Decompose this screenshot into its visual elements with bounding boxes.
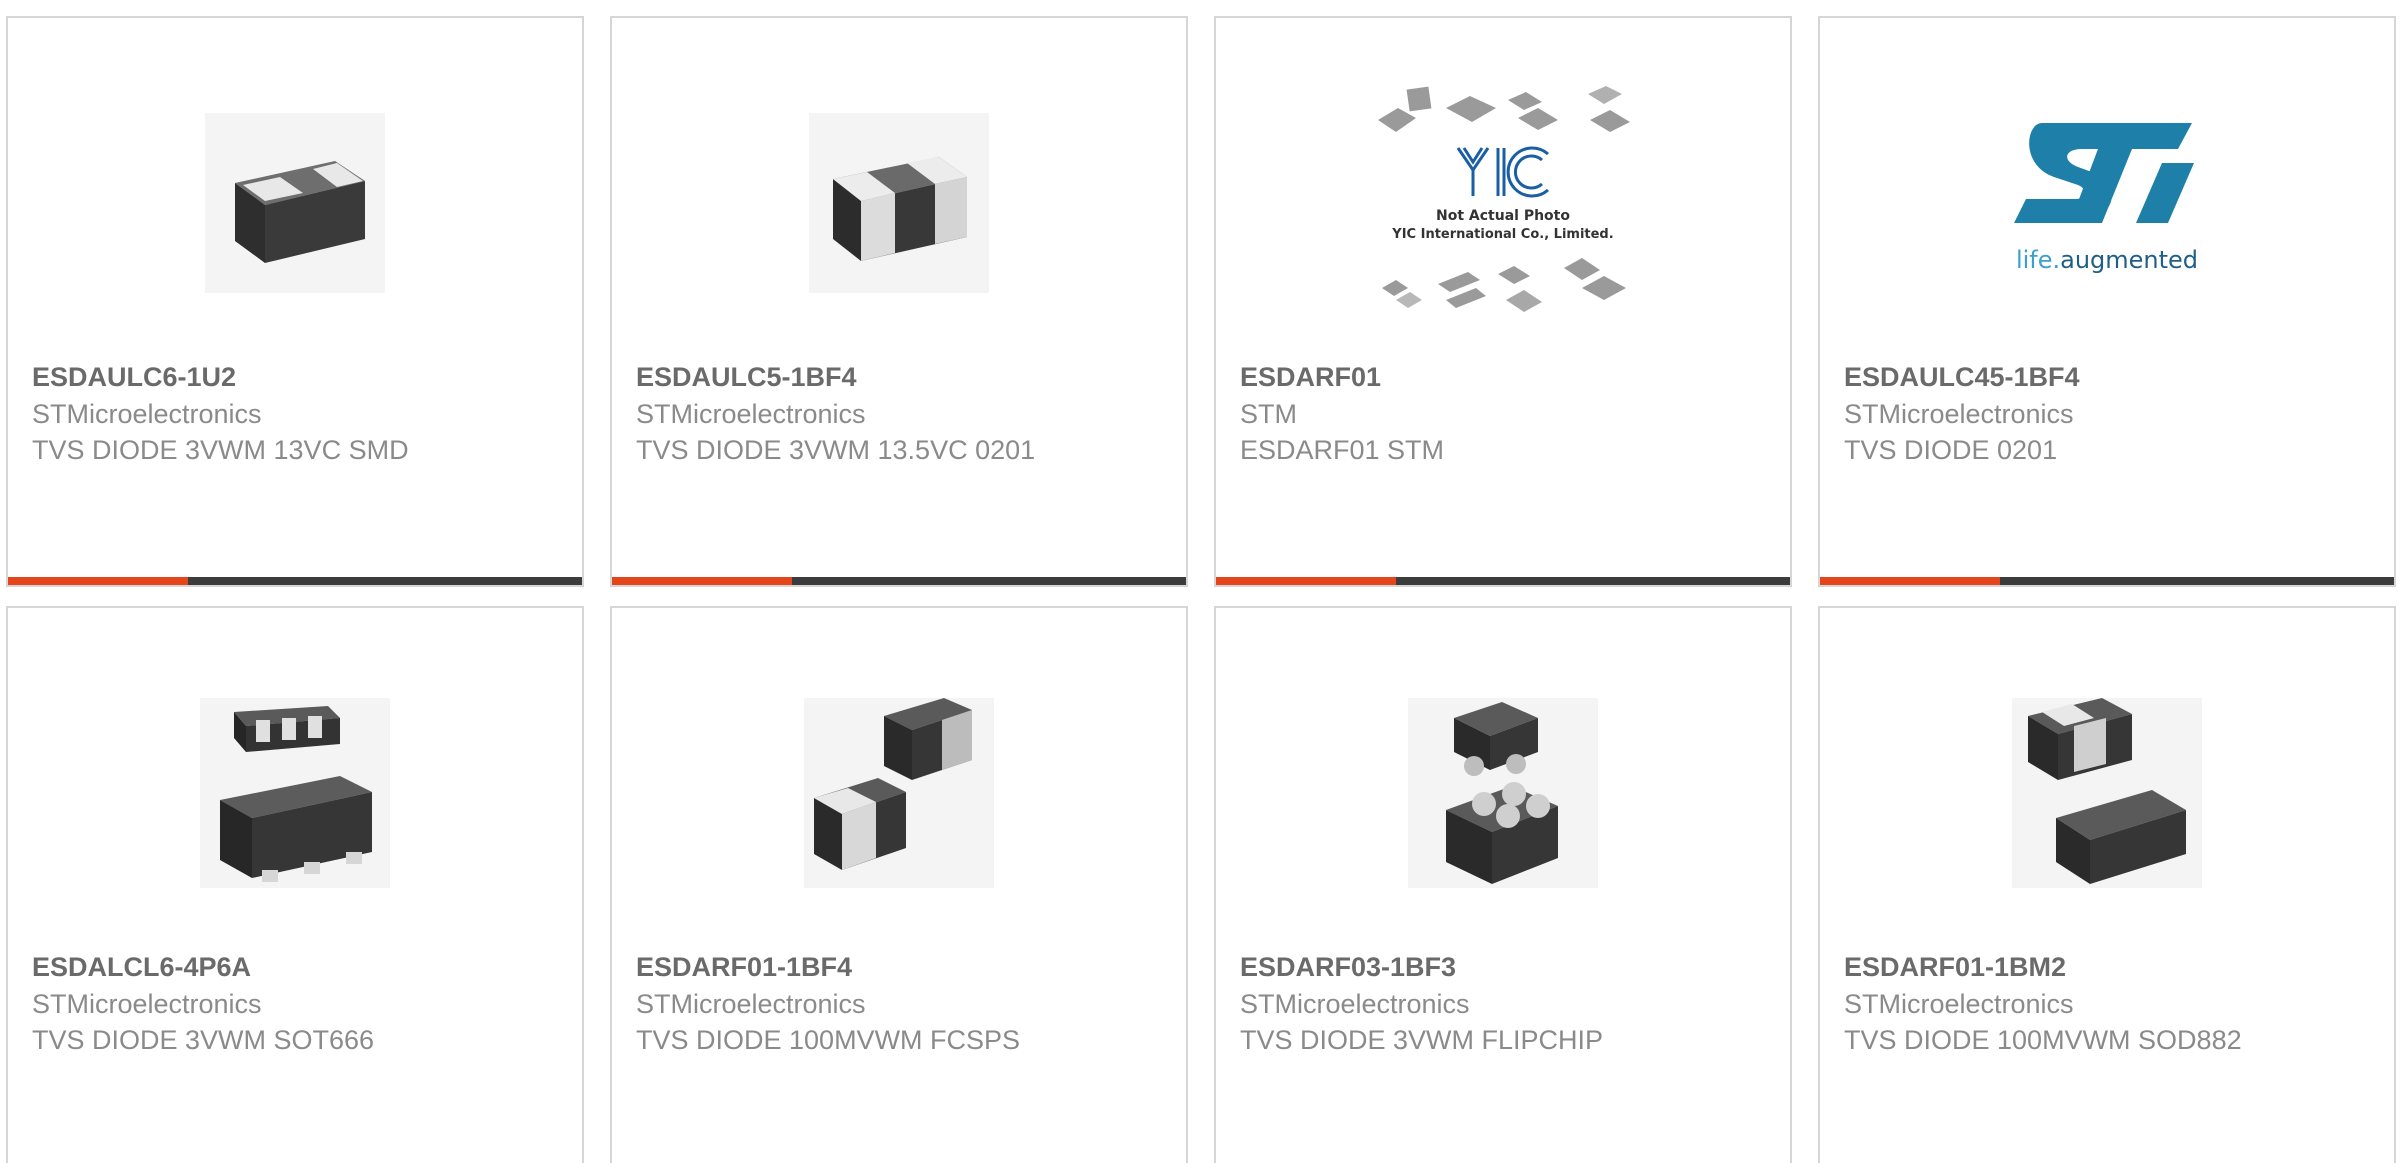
product-image[interactable]: life.augmented — [1820, 68, 2394, 338]
manufacturer: STMicroelectronics — [636, 399, 866, 429]
placeholder-photo-icon: Not Actual Photo YIC International Co., … — [1378, 86, 1630, 312]
card-accent — [8, 577, 188, 585]
part-number[interactable]: ESDARF01-1BM2 — [1844, 948, 2374, 986]
part-number[interactable]: ESDAULC45-1BF4 — [1844, 358, 2374, 396]
two-terminal-chip-icon — [205, 113, 385, 293]
placeholder-line2: YIC International Co., Limited. — [1391, 227, 1613, 242]
description: TVS DIODE 0201 — [1844, 435, 2058, 465]
part-number[interactable]: ESDARF01 — [1240, 358, 1770, 396]
description: TVS DIODE 3VWM 13VC SMD — [32, 435, 409, 465]
description: TVS DIODE 3VWM 13.5VC 0201 — [636, 435, 1036, 465]
part-number[interactable]: ESDARF03-1BF3 — [1240, 948, 1770, 986]
manufacturer: STM — [1240, 399, 1297, 429]
product-image[interactable] — [1820, 658, 2394, 928]
product-card[interactable]: life.augmented ESDAULC45-1BF4 STMicroele… — [1818, 16, 2396, 587]
sod882-package-icon — [2012, 698, 2202, 888]
description: ESDARF01 STM — [1240, 435, 1445, 465]
product-card[interactable]: ESDAULC5-1BF4 STMicroelectronics TVS DIO… — [610, 16, 1188, 587]
product-image[interactable] — [8, 658, 582, 928]
manufacturer: STMicroelectronics — [1240, 989, 1470, 1019]
two-chip-package-icon — [804, 698, 994, 888]
card-accent — [1820, 577, 2000, 585]
st-logo-icon: life.augmented — [2014, 123, 2198, 274]
product-image[interactable] — [1216, 658, 1790, 928]
product-image[interactable] — [8, 68, 582, 338]
product-card[interactable]: ESDARF01-1BM2 STMicroelectronics TVS DIO… — [1818, 606, 2396, 1163]
card-footer-bar — [8, 577, 582, 585]
card-footer-bar — [1216, 577, 1790, 585]
product-card[interactable]: ESDARF03-1BF3 STMicroelectronics TVS DIO… — [1214, 606, 1792, 1163]
card-accent — [612, 577, 792, 585]
part-number[interactable]: ESDAULC6-1U2 — [32, 358, 562, 396]
product-card[interactable]: ESDAULC6-1U2 STMicroelectronics TVS DIOD… — [6, 16, 584, 587]
manufacturer: STMicroelectronics — [1844, 989, 2074, 1019]
description: TVS DIODE 3VWM SOT666 — [32, 1025, 375, 1055]
part-number[interactable]: ESDAULC5-1BF4 — [636, 358, 1166, 396]
description: TVS DIODE 100MVWM FCSPS — [636, 1025, 1021, 1055]
product-card[interactable]: ESDARF01-1BF4 STMicroelectronics TVS DIO… — [610, 606, 1188, 1163]
logo-tagline-prefix: life. — [2016, 246, 2060, 274]
card-accent — [1216, 577, 1396, 585]
product-grid: ESDAULC6-1U2 STMicroelectronics TVS DIOD… — [0, 0, 2400, 1163]
part-number[interactable]: ESDALCL6-4P6A — [32, 948, 562, 986]
product-card[interactable]: Not Actual Photo YIC International Co., … — [1214, 16, 1792, 587]
card-footer-bar — [1820, 577, 2394, 585]
manufacturer: STMicroelectronics — [636, 989, 866, 1019]
description: TVS DIODE 100MVWM SOD882 — [1844, 1025, 2242, 1055]
manufacturer: STMicroelectronics — [32, 989, 262, 1019]
flipchip-package-icon — [1408, 698, 1598, 888]
sot666-package-icon — [200, 698, 390, 888]
product-image[interactable] — [612, 68, 1186, 338]
logo-tagline-suffix: augmented — [2060, 246, 2198, 274]
two-terminal-chip-icon — [809, 113, 989, 293]
placeholder-line1: Not Actual Photo — [1436, 208, 1570, 224]
description: TVS DIODE 3VWM FLIPCHIP — [1240, 1025, 1604, 1055]
manufacturer: STMicroelectronics — [32, 399, 262, 429]
product-card[interactable]: ESDALCL6-4P6A STMicroelectronics TVS DIO… — [6, 606, 584, 1163]
manufacturer: STMicroelectronics — [1844, 399, 2074, 429]
svg-text:life.augmented: life.augmented — [2016, 246, 2198, 274]
product-image[interactable]: Not Actual Photo YIC International Co., … — [1216, 68, 1790, 338]
card-footer-bar — [612, 577, 1186, 585]
product-image[interactable] — [612, 658, 1186, 928]
part-number[interactable]: ESDARF01-1BF4 — [636, 948, 1166, 986]
